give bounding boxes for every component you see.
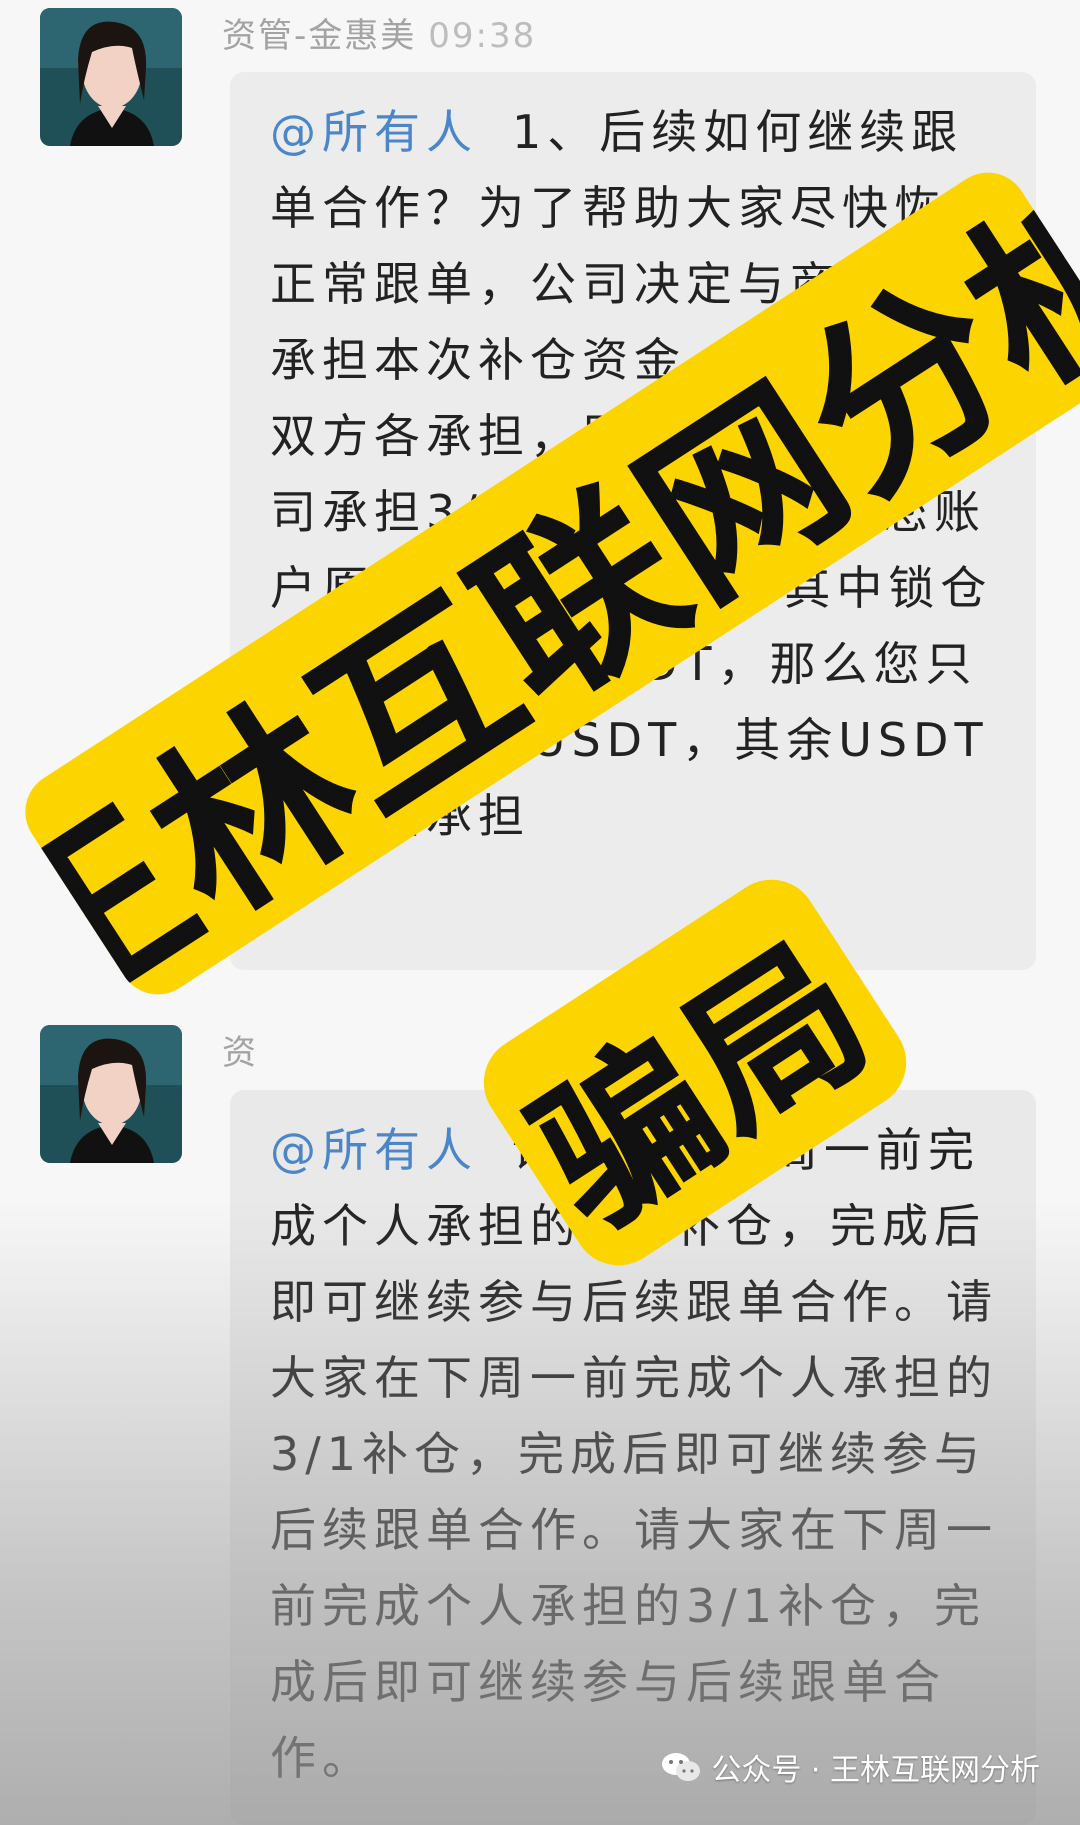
sender-name: 资 xyxy=(222,1033,256,1073)
sender-avatar[interactable] xyxy=(40,8,182,146)
mention-all[interactable]: @所有人 xyxy=(270,105,478,159)
avatar-image xyxy=(40,8,182,146)
watermark-text: 公众号 · 王林互联网分析 xyxy=(711,1753,1040,1788)
sender-name: 资管-金惠美 xyxy=(222,16,417,56)
avatar-image xyxy=(40,1025,182,1163)
mention-all[interactable]: @所有人 xyxy=(270,1123,478,1177)
chat-screen: 资管-金惠美 09:38 @所有人 1、后续如何继续跟单合作？为了帮助大家尽快恢复正… xyxy=(0,0,1080,1825)
wechat-icon xyxy=(662,1753,701,1781)
sender-avatar[interactable] xyxy=(40,1025,182,1163)
sender-line: 资管-金惠美 09:38 xyxy=(222,8,536,57)
sender-line: 资 xyxy=(222,1025,256,1074)
message-time: 09:38 xyxy=(428,16,537,56)
watermark: 公众号 · 王林互联网分析 xyxy=(661,1745,1040,1789)
